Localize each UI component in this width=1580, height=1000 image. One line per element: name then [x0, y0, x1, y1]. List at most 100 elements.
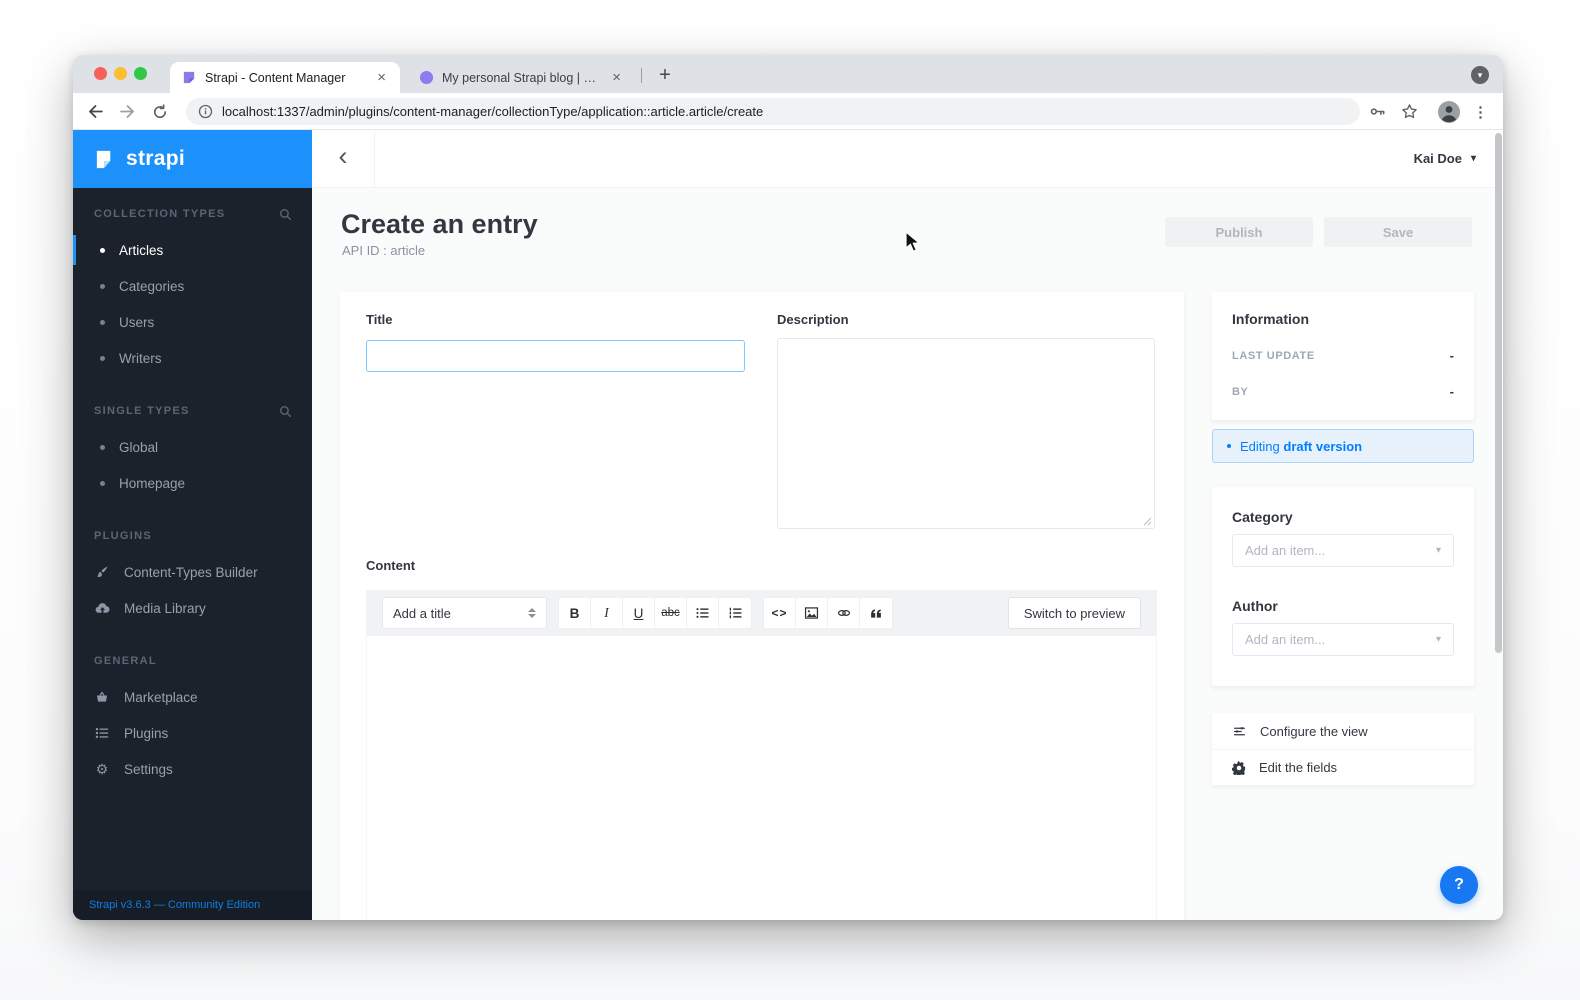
list-icon — [94, 726, 110, 740]
close-tab-icon[interactable]: × — [608, 68, 625, 87]
sliders-icon — [1234, 726, 1245, 735]
italic-button[interactable]: I — [591, 598, 623, 628]
strapi-logo-text: strapi — [126, 147, 185, 170]
view-settings-card: Configure the view Edit the fields — [1212, 713, 1474, 785]
tab-title: Strapi - Content Manager — [205, 70, 346, 85]
cloud-upload-icon — [94, 601, 110, 616]
save-button[interactable]: Save — [1324, 217, 1472, 247]
url-text: localhost:1337/admin/plugins/content-man… — [222, 104, 764, 119]
back-chevron-button[interactable]: ‹ — [312, 130, 375, 187]
quote-button[interactable] — [860, 598, 892, 628]
back-icon[interactable] — [82, 98, 109, 125]
content-area: Create an entry API ID : article Publish… — [312, 188, 1503, 920]
description-textarea[interactable] — [777, 338, 1155, 529]
section-title: PLUGINS — [94, 530, 152, 542]
sidebar-item-label: Users — [119, 314, 155, 330]
image-button[interactable] — [796, 598, 828, 628]
switch-to-preview-button[interactable]: Switch to preview — [1007, 597, 1141, 629]
heading-select-value: Add a title — [393, 605, 451, 621]
editor-body[interactable] — [366, 636, 1157, 920]
password-key-icon[interactable] — [1364, 98, 1391, 125]
bullet-icon — [100, 247, 105, 253]
strapi-logo[interactable]: strapi — [73, 130, 312, 188]
left-menu: strapi COLLECTION TYPES Articles Categor… — [73, 130, 312, 920]
last-update-row: LAST UPDATE - — [1232, 348, 1454, 363]
vertical-scrollbar[interactable] — [1495, 133, 1502, 653]
tab-search-button[interactable]: ▾ — [1471, 66, 1489, 84]
tab-separator — [641, 68, 642, 83]
search-icon[interactable] — [279, 405, 292, 418]
browser-window: Strapi - Content Manager × My personal S… — [73, 55, 1503, 920]
bookmark-star-icon[interactable] — [1396, 98, 1423, 125]
sidebar-item-articles[interactable]: Articles — [73, 232, 312, 268]
title-input[interactable] — [366, 340, 745, 372]
unordered-list-icon — [696, 608, 709, 618]
profile-avatar[interactable] — [1435, 98, 1462, 125]
link-icon — [837, 610, 850, 616]
editor-toolbar: Add a title B I U abc <> Switch to previ… — [366, 590, 1157, 636]
heading-select[interactable]: Add a title — [382, 597, 547, 629]
sidebar-item-homepage[interactable]: Homepage — [73, 465, 312, 501]
user-name: Kai Doe — [1413, 151, 1462, 166]
chevron-down-icon: ▾ — [1435, 545, 1441, 556]
window-minimize-button[interactable] — [114, 67, 127, 80]
window-zoom-button[interactable] — [134, 67, 147, 80]
page-title: Create an entry — [341, 209, 538, 239]
address-bar[interactable]: localhost:1337/admin/plugins/content-man… — [186, 98, 1360, 125]
browser-menu-dots-icon[interactable]: ⋮ — [1467, 98, 1494, 125]
unordered-list-button[interactable] — [687, 598, 719, 628]
gear-icon: ⚙ — [95, 761, 109, 777]
close-tab-icon[interactable]: × — [373, 68, 390, 87]
search-icon[interactable] — [279, 208, 292, 221]
sidebar-item-plugins[interactable]: Plugins — [73, 715, 312, 751]
publish-button[interactable]: Publish — [1165, 217, 1313, 247]
sidebar-item-categories[interactable]: Categories — [73, 268, 312, 304]
configure-view-label: Configure the view — [1260, 723, 1368, 739]
sidebar-item-label: Marketplace — [124, 689, 198, 705]
editing-draft-banner: Editing draft version — [1212, 429, 1474, 463]
section-single-types: SINGLE TYPES — [73, 393, 312, 429]
code-button[interactable]: <> — [764, 598, 796, 628]
chevron-down-icon: ▾ — [1470, 153, 1476, 164]
category-select[interactable]: Add an item... ▾ — [1232, 534, 1454, 567]
edit-fields-label: Edit the fields — [1259, 760, 1338, 775]
ordered-list-button[interactable] — [719, 598, 751, 628]
sidebar-item-writers[interactable]: Writers — [73, 340, 312, 376]
strapi-version-link[interactable]: Strapi v3.6.3 — Community Edition — [73, 890, 312, 920]
tab-personal-blog[interactable]: My personal Strapi blog | Strap × — [407, 62, 635, 93]
underline-button[interactable]: U — [623, 598, 655, 628]
edit-fields-link[interactable]: Edit the fields — [1212, 749, 1474, 785]
brush-icon — [94, 565, 110, 579]
chevron-down-icon: ▾ — [1435, 634, 1441, 645]
bullet-icon — [100, 355, 105, 361]
link-button[interactable] — [828, 598, 860, 628]
author-label: Author — [1232, 598, 1278, 614]
user-menu[interactable]: Kai Doe ▾ — [1414, 130, 1476, 187]
relations-card: Category Add an item... ▾ Author Add an … — [1212, 487, 1474, 686]
window-close-button[interactable] — [94, 67, 107, 80]
sidebar-item-settings[interactable]: ⚙ Settings — [73, 751, 312, 787]
configure-view-link[interactable]: Configure the view — [1212, 713, 1474, 749]
help-button[interactable]: ? — [1440, 866, 1478, 904]
author-select[interactable]: Add an item... ▾ — [1232, 623, 1454, 656]
forward-icon[interactable] — [114, 98, 141, 125]
section-title: SINGLE TYPES — [94, 405, 190, 417]
sidebar-item-content-types-builder[interactable]: Content-Types Builder — [73, 554, 312, 590]
sidebar-item-media-library[interactable]: Media Library — [73, 590, 312, 626]
new-tab-button[interactable]: + — [651, 61, 679, 89]
reload-icon[interactable] — [146, 98, 173, 125]
basket-icon — [94, 690, 110, 704]
resize-handle-icon[interactable] — [1143, 517, 1152, 526]
sidebar-item-global[interactable]: Global — [73, 429, 312, 465]
sidebar-item-users[interactable]: Users — [73, 304, 312, 340]
bold-button[interactable]: B — [559, 598, 591, 628]
strikethrough-button[interactable]: abc — [655, 598, 687, 628]
tab-strapi-content-manager[interactable]: Strapi - Content Manager × — [170, 62, 400, 93]
gear-icon — [1232, 760, 1246, 775]
bullet-icon — [100, 319, 105, 325]
information-card: Information LAST UPDATE - BY - — [1212, 292, 1474, 420]
sidebar-item-marketplace[interactable]: Marketplace — [73, 679, 312, 715]
spinner-icon — [528, 608, 536, 618]
site-info-icon[interactable] — [198, 104, 213, 119]
author-placeholder: Add an item... — [1245, 632, 1326, 647]
